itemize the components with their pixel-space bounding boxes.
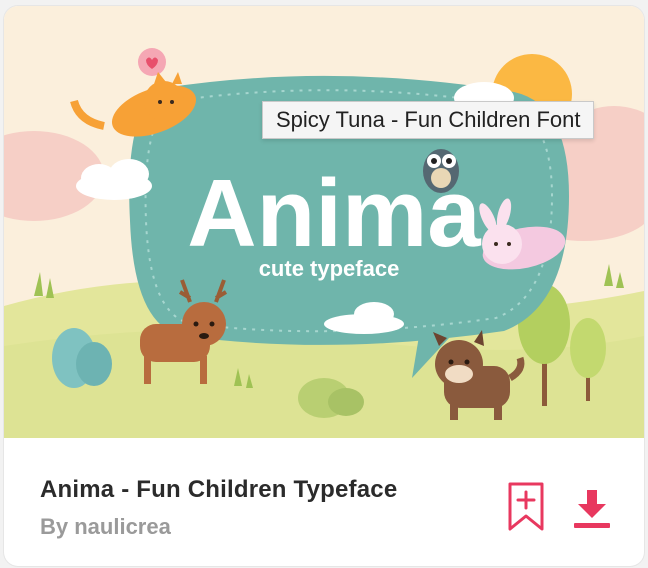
- tooltip: Spicy Tuna - Fun Children Font: [262, 101, 595, 139]
- font-preview-image[interactable]: Anima cute typeface: [4, 6, 644, 438]
- preview-illustration: Anima cute typeface: [4, 6, 644, 438]
- font-info-panel: Anima - Fun Children Typeface By naulicr…: [4, 438, 644, 566]
- download-icon: [574, 490, 610, 528]
- bookmark-button[interactable]: [508, 482, 544, 532]
- font-card: Anima cute typeface Spicy Tuna - Fun Chi…: [4, 6, 644, 566]
- bookmark-add-icon: [508, 482, 544, 531]
- font-author[interactable]: By naulicrea: [40, 514, 171, 540]
- preview-tagline: cute typeface: [259, 256, 400, 281]
- font-title[interactable]: Anima - Fun Children Typeface: [40, 476, 397, 504]
- download-button[interactable]: [572, 488, 612, 530]
